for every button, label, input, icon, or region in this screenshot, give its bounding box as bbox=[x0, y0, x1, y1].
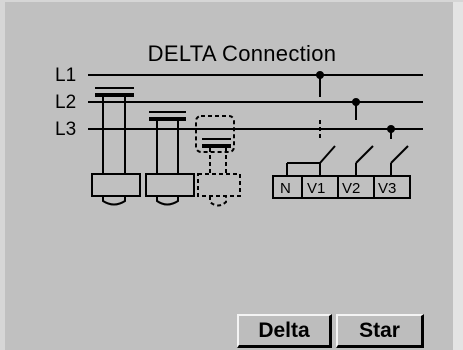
switch-wiring bbox=[286, 145, 409, 176]
terminal-label-v2: V2 bbox=[342, 180, 360, 197]
star-button[interactable]: Star bbox=[336, 314, 424, 348]
terminal-label-v1: V1 bbox=[307, 180, 325, 197]
current-transformer-1 bbox=[91, 87, 141, 206]
lcd-screen: DELTA Connection L1 L2 L3 N V1 V2 V3 Del… bbox=[0, 0, 463, 350]
terminal-label-v3: V3 bbox=[378, 180, 396, 197]
current-transformer-2 bbox=[145, 111, 195, 206]
terminal-label-n: N bbox=[280, 180, 291, 197]
delta-wiring-diagram: N V1 V2 V3 bbox=[88, 71, 423, 207]
delta-button[interactable]: Delta bbox=[237, 314, 332, 348]
